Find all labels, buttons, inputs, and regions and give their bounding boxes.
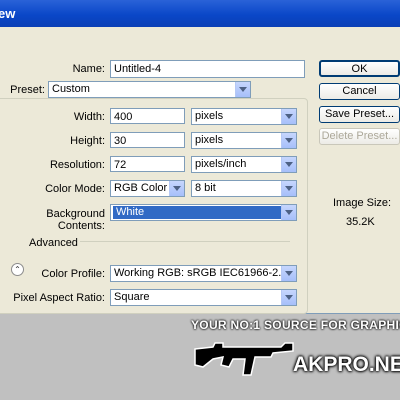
background-label: Background Contents:	[46, 208, 105, 232]
pixel-aspect-label: Pixel Aspect Ratio:	[13, 292, 105, 304]
resolution-unit-select[interactable]: pixels/inch	[191, 156, 297, 173]
name-label: Name:	[72, 63, 105, 75]
image-size-label: Image Size:	[333, 197, 392, 209]
chevron-down-icon	[281, 133, 296, 148]
chevron-down-icon	[281, 266, 296, 281]
resolution-unit-value: pixels/inch	[195, 158, 247, 170]
new-document-dialog: Name: Untitled-4 Preset: Custom Width: 4…	[0, 27, 400, 314]
height-unit-select[interactable]: pixels	[191, 132, 297, 149]
color-profile-label: Color Profile:	[41, 268, 105, 280]
chevron-down-icon	[281, 205, 296, 220]
name-field[interactable]: Untitled-4	[110, 60, 305, 78]
window-title: ew	[0, 6, 16, 21]
height-unit-value: pixels	[195, 134, 224, 146]
height-label: Height:	[70, 135, 105, 147]
delete-preset-button: Delete Preset...	[319, 128, 400, 145]
width-field[interactable]: 400	[110, 108, 185, 124]
ok-button[interactable]: OK	[319, 60, 400, 77]
preset-label: Preset:	[10, 84, 45, 96]
watermark-logo: YOUR NO:1 SOURCE FOR GRAPHICS AKPRO.NET	[191, 315, 400, 400]
chevron-down-icon	[281, 290, 296, 305]
save-preset-button[interactable]: Save Preset...	[319, 106, 400, 123]
resolution-label: Resolution:	[49, 159, 105, 171]
advanced-toggle[interactable]: Advanced	[29, 237, 78, 249]
cancel-button[interactable]: Cancel	[319, 83, 400, 100]
bit-depth-value: 8 bit	[195, 182, 216, 194]
preset-value: Custom	[52, 83, 90, 95]
width-unit-value: pixels	[195, 110, 224, 122]
rifle-icon	[194, 342, 294, 376]
bit-depth-select[interactable]: 8 bit	[191, 180, 297, 197]
color-mode-label: Color Mode:	[45, 183, 105, 195]
color-mode-select[interactable]: RGB Color	[110, 180, 185, 197]
resolution-field[interactable]: 72	[110, 156, 185, 172]
height-field[interactable]: 30	[110, 132, 185, 148]
chevron-down-icon	[281, 157, 296, 172]
pixel-aspect-value: Square	[114, 291, 150, 303]
color-profile-value: Working RGB: sRGB IEC61966-2.1	[114, 267, 288, 279]
chevron-down-icon	[281, 181, 296, 196]
width-label: Width:	[73, 111, 105, 123]
chevron-down-icon	[235, 82, 250, 97]
advanced-divider	[80, 241, 290, 242]
color-mode-value: RGB Color	[114, 182, 168, 194]
watermark-tagline: YOUR NO:1 SOURCE FOR GRAPHICS	[191, 318, 400, 332]
title-bar[interactable]: ew	[0, 0, 400, 27]
background-select[interactable]: White	[110, 204, 297, 221]
image-size-value: 35.2K	[346, 216, 375, 228]
pixel-aspect-select[interactable]: Square	[110, 289, 297, 306]
preset-select[interactable]: Custom	[48, 81, 251, 98]
chevron-down-icon	[281, 109, 296, 124]
chevron-down-icon	[169, 181, 184, 196]
background-value: White	[113, 206, 281, 219]
width-unit-select[interactable]: pixels	[191, 108, 297, 125]
watermark-brand: AKPRO.NET	[293, 353, 400, 376]
color-profile-select[interactable]: Working RGB: sRGB IEC61966-2.1	[110, 265, 297, 282]
